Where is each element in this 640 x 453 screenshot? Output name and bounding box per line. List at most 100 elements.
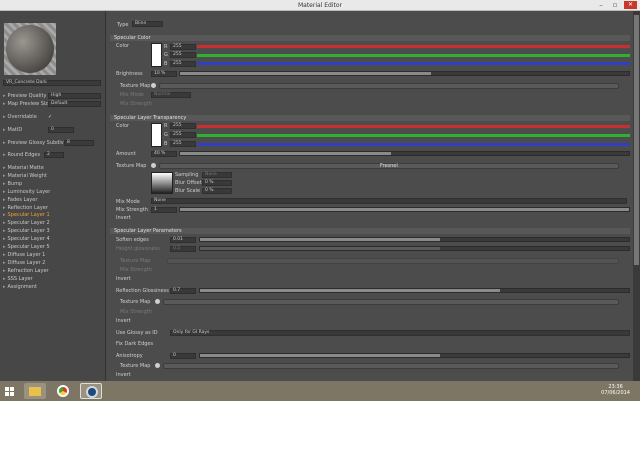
layer-item[interactable]: ▸ Fades Layer	[3, 197, 37, 203]
layer-item[interactable]: ▸ Specular Layer 5	[3, 244, 50, 250]
soften-edges-slider[interactable]	[199, 237, 630, 242]
amount-fill	[180, 152, 392, 155]
color-r-field[interactable]: 255	[170, 44, 196, 50]
mix-strength-slider[interactable]	[179, 207, 630, 212]
height-glossiness-slider[interactable]	[199, 246, 630, 251]
overridable-checkbox[interactable]: ✓	[48, 114, 52, 120]
transparency-color-swatch[interactable]	[151, 123, 162, 147]
brightness-slider[interactable]	[179, 71, 630, 76]
material-name-field[interactable]: VR_Concrete Dark	[3, 80, 101, 86]
mix-strength-field[interactable]: 1	[151, 207, 177, 213]
brightness-field[interactable]: 10 %	[151, 71, 177, 77]
file-explorer-icon[interactable]	[24, 383, 46, 399]
texture-map-label-4: Texture Map	[120, 299, 151, 305]
texture-map-dot-5[interactable]	[155, 363, 160, 368]
close-icon[interactable]: ✕	[624, 1, 637, 9]
texture-map-slot-3[interactable]	[167, 258, 619, 264]
mix-strength-label-4: Mix Strength	[120, 309, 152, 315]
color-b-field[interactable]: 255	[170, 61, 196, 67]
b-label: B	[164, 141, 168, 147]
layer-item[interactable]: ▸ Specular Layer 1	[3, 212, 50, 218]
texture-map-dot-4[interactable]	[155, 299, 160, 304]
soften-fill	[200, 238, 441, 241]
red-slider[interactable]	[197, 45, 630, 48]
height-glossiness-field[interactable]: 0.5	[170, 246, 196, 252]
chrome-icon[interactable]	[52, 383, 74, 399]
refl-gloss-slider[interactable]	[199, 288, 630, 293]
round-edges-row: ▸ Round Edges	[3, 152, 40, 158]
mix-mode-select[interactable]: Normal	[151, 92, 191, 98]
clock[interactable]: 23:36 07/06/2014	[601, 384, 630, 396]
texture-map-dot-2[interactable]	[151, 163, 156, 168]
layer-item[interactable]: ▸ Specular Layer 4	[3, 236, 50, 242]
layer-item[interactable]: ▸ SSS Layer	[3, 276, 33, 282]
minimize-icon[interactable]: –	[596, 1, 606, 9]
matid-field[interactable]: 0	[48, 127, 74, 133]
layer-item[interactable]: ▸ Specular Layer 3	[3, 228, 50, 234]
map-preview-select[interactable]: Default	[48, 101, 101, 107]
cinema4d-icon[interactable]	[80, 383, 102, 399]
material-preview[interactable]	[4, 23, 56, 75]
invert-label: Invert	[116, 215, 131, 221]
color-swatch[interactable]	[151, 43, 162, 67]
sampling-select[interactable]: None	[202, 172, 232, 178]
refl-gloss-field[interactable]: 0.7	[170, 288, 196, 294]
fix-dark-edges-label: Fix Dark Edges	[116, 341, 154, 347]
bullet-icon: ▸	[3, 114, 6, 120]
amount-field[interactable]: 40 %	[151, 151, 177, 157]
transparency-g-field[interactable]: 255	[170, 132, 196, 138]
bullet-icon: ▸	[3, 101, 6, 107]
type-select[interactable]: Blinn	[132, 21, 163, 27]
green-slider[interactable]	[197, 54, 630, 57]
layer-item[interactable]: ▸ Bump	[3, 181, 22, 187]
layer-label: Specular Layer 1	[7, 212, 50, 219]
blur-offset-field[interactable]: 0 %	[202, 180, 232, 186]
matid-label: MatID	[7, 127, 23, 133]
texture-map-label-3: Texture Map	[120, 258, 151, 264]
type-label: Type	[117, 22, 129, 28]
bullet-icon: ▸	[3, 165, 6, 171]
use-glossy-select[interactable]: Only for GI Rays	[170, 330, 630, 336]
maximize-icon[interactable]: ▫	[610, 1, 620, 9]
soften-edges-field[interactable]: 0.01	[170, 237, 196, 243]
layer-item[interactable]: ▸ Reflection Layer	[3, 205, 48, 211]
section-specular-parameters[interactable]: Specular Layer Parameters	[110, 228, 630, 234]
texture-map-dot[interactable]	[151, 83, 156, 88]
transparency-r-field[interactable]: 255	[170, 123, 196, 129]
layer-item[interactable]: ▸ Material Weight	[3, 173, 47, 179]
layer-item[interactable]: ▸ Specular Layer 2	[3, 220, 50, 226]
transparency-green-slider[interactable]	[197, 134, 630, 137]
anisotropy-slider[interactable]	[199, 353, 630, 358]
b-label: B	[164, 61, 168, 67]
fresnel-slot[interactable]: Fresnel	[159, 163, 619, 169]
transparency-b-field[interactable]: 255	[170, 141, 196, 147]
layer-item[interactable]: ▸ Luminosity Layer	[3, 189, 50, 195]
layer-item[interactable]: ▸ Refraction Layer	[3, 268, 49, 274]
transparency-red-slider[interactable]	[197, 125, 630, 128]
texture-map-slot-5[interactable]	[163, 363, 619, 369]
layer-item[interactable]: ▸ Assignment	[3, 284, 37, 290]
section-specular-color[interactable]: Specular Color	[110, 35, 630, 41]
anisotropy-field[interactable]: 0	[170, 353, 196, 359]
layer-item[interactable]: ▸ Material Matte	[3, 165, 44, 171]
color-g-field[interactable]: 255	[170, 52, 196, 58]
amount-slider[interactable]	[179, 151, 630, 156]
texture-map-slot[interactable]	[159, 83, 619, 89]
preview-quality-select[interactable]: High	[48, 93, 101, 99]
bullet-icon: ▸	[3, 196, 6, 203]
round-edges-field[interactable]: 2	[44, 152, 64, 158]
layer-item[interactable]: ▸ Diffuse Layer 1	[3, 252, 45, 258]
layer-item[interactable]: ▸ Diffuse Layer 2	[3, 260, 45, 266]
scrollbar[interactable]	[633, 11, 640, 381]
layer-label: Assignment	[7, 283, 37, 290]
transparency-blue-slider[interactable]	[197, 143, 630, 146]
blur-scale-field[interactable]: 0 %	[202, 188, 232, 194]
texture-map-slot-4[interactable]	[163, 299, 619, 305]
windows-start-icon[interactable]	[2, 383, 16, 399]
blue-slider[interactable]	[197, 62, 630, 65]
glossy-subdivs-field[interactable]: 8	[64, 140, 94, 146]
section-specular-transparency[interactable]: Specular Layer Transparency	[110, 115, 630, 121]
bullet-icon: ▸	[3, 172, 6, 179]
mix-mode-select-2[interactable]: None	[151, 198, 627, 204]
scrollbar-thumb[interactable]	[634, 15, 639, 265]
